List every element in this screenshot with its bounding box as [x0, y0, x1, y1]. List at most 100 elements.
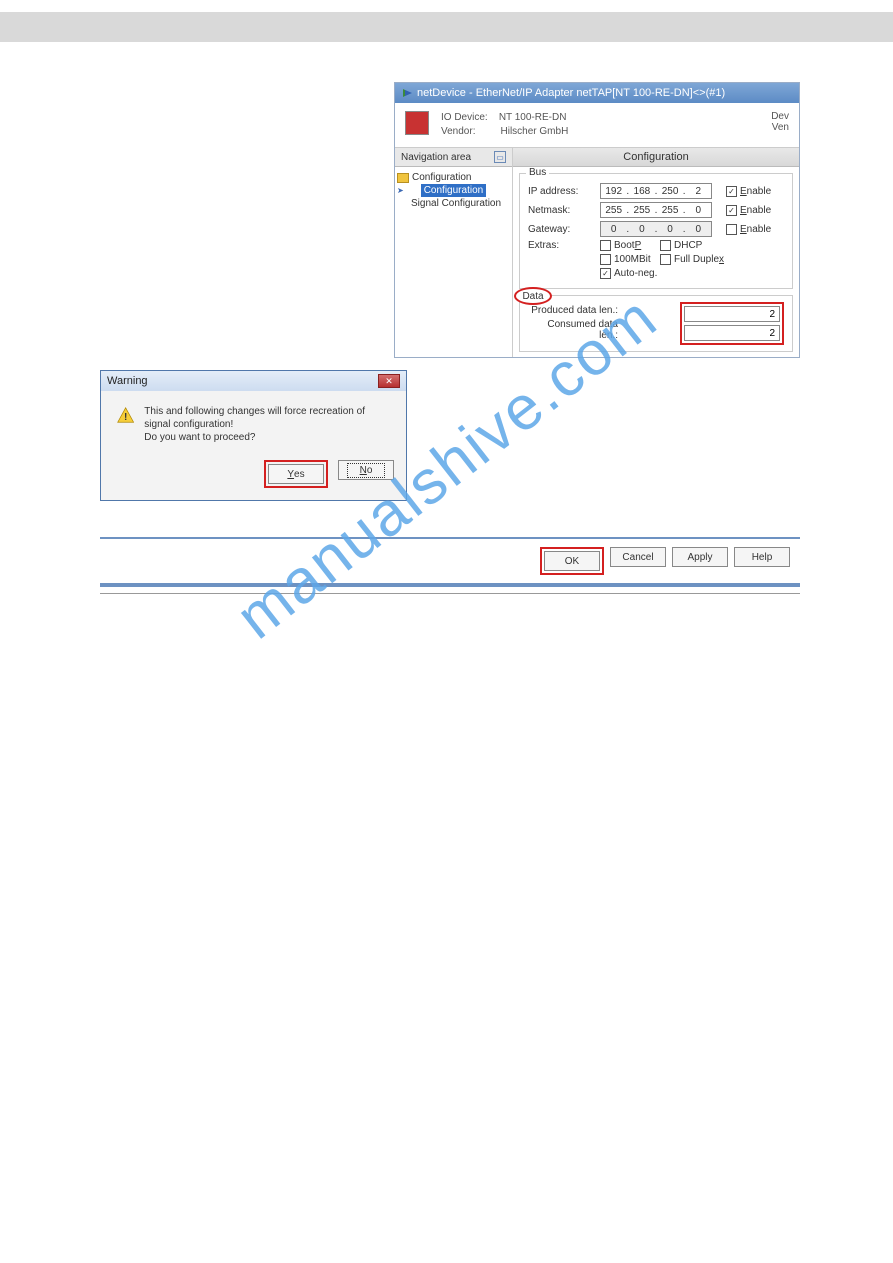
- tree-item-configuration[interactable]: ➤ Configuration: [397, 184, 510, 197]
- data-inputs-highlighted: [680, 302, 784, 345]
- warning-body: ! This and following changes will force …: [101, 391, 406, 454]
- ip-row: IP address: 192. 168. 250. 2 ✓EEnablenab…: [528, 183, 784, 199]
- nm-oct-1: 255: [601, 205, 626, 216]
- data-legend-highlighted: Data: [514, 287, 552, 305]
- arrow-icon: ➤: [397, 186, 404, 195]
- ip-oct-3: 250: [657, 186, 682, 197]
- bus-fieldset: Bus IP address: 192. 168. 250. 2 ✓EEnabl…: [519, 173, 793, 289]
- document-header-bar: [0, 12, 893, 42]
- warning-buttons: Yes No: [101, 454, 406, 500]
- no-button[interactable]: No: [338, 460, 394, 480]
- nm-oct-3: 255: [657, 205, 682, 216]
- cancel-button[interactable]: Cancel: [610, 547, 666, 567]
- tree-selected-label: Configuration: [421, 184, 486, 197]
- device-id-label: Dev: [771, 111, 789, 122]
- nav-tree: Configuration ➤ Configuration Signal Conf…: [395, 167, 512, 214]
- config-window-titlebar[interactable]: netDevice - EtherNet/IP Adapter netTAP[N…: [395, 83, 799, 103]
- warning-message: This and following changes will force re…: [144, 405, 390, 444]
- checkbox-icon: [660, 240, 671, 251]
- produced-row: Produced data len.:: [528, 305, 680, 316]
- figure: netDevice - EtherNet/IP Adapter netTAP[N…: [100, 82, 800, 594]
- dialog-buttons-bar: OK Cancel Apply Help: [100, 537, 800, 587]
- nav-title: Navigation area: [401, 152, 471, 163]
- gateway-input: 0. 0. 0. 0: [600, 221, 712, 237]
- close-button[interactable]: ✕: [378, 374, 400, 388]
- device-icon: [405, 111, 429, 135]
- config-window: netDevice - EtherNet/IP Adapter netTAP[N…: [394, 82, 800, 358]
- extras-row: Extras: BootP DHCP: [528, 240, 784, 251]
- nm-oct-2: 255: [629, 205, 654, 216]
- tree-item-signal-config[interactable]: Signal Configuration: [397, 197, 510, 210]
- bootp-chk[interactable]: BootP: [600, 240, 660, 251]
- warning-line2: Do you want to proceed?: [144, 431, 390, 444]
- config-body: Navigation area ▭ Configuration ➤Configu…: [395, 147, 799, 357]
- vendor-id-label: Ven: [771, 122, 789, 133]
- nm-oct-4: 0: [686, 205, 711, 216]
- consumed-input[interactable]: [684, 325, 780, 341]
- app-icon: [401, 87, 413, 99]
- device-info-right: Dev Ven: [771, 111, 789, 139]
- checkbox-icon: [600, 240, 611, 251]
- gw-oct-2: 0: [629, 224, 654, 235]
- folder-icon: [397, 173, 409, 183]
- gateway-enable-chk[interactable]: Enable: [726, 224, 771, 235]
- collapse-icon[interactable]: ▭: [494, 151, 506, 163]
- dhcp-chk[interactable]: DHCP: [660, 240, 702, 251]
- gateway-label: Gateway:: [528, 224, 600, 235]
- warning-line1: This and following changes will force re…: [144, 405, 390, 431]
- gw-oct-3: 0: [657, 224, 682, 235]
- warning-titlebar[interactable]: Warning ✕: [101, 371, 406, 391]
- warning-title: Warning: [107, 375, 148, 387]
- ip-enable-chk[interactable]: ✓EEnablenable: [726, 186, 771, 197]
- bus-legend: Bus: [526, 167, 549, 178]
- extras-row3: ✓Auto-neg.: [528, 268, 784, 279]
- vendor-label: Vendor:: [441, 126, 475, 137]
- yes-button[interactable]: Yes: [268, 464, 324, 484]
- 100mbit-chk[interactable]: 100MBit: [600, 254, 660, 265]
- svg-text:!: !: [124, 412, 127, 423]
- nav-pane: Navigation area ▭ Configuration ➤Configu…: [395, 148, 513, 357]
- io-device-value: NT 100-RE-DN: [499, 112, 567, 123]
- gateway-row: Gateway: 0. 0. 0. 0 Enable: [528, 221, 784, 237]
- netmask-row: Netmask: 255. 255. 255. 0 ✓Enable: [528, 202, 784, 218]
- produced-input[interactable]: [684, 306, 780, 322]
- data-fieldset: Data Produced data len.: Consumed data l…: [519, 295, 793, 352]
- content-title: Configuration: [513, 148, 799, 167]
- netmask-label: Netmask:: [528, 205, 600, 216]
- tree-root-label: Configuration: [412, 172, 471, 183]
- netmask-input[interactable]: 255. 255. 255. 0: [600, 202, 712, 218]
- ip-oct-1: 192: [601, 186, 626, 197]
- ip-oct-2: 168: [629, 186, 654, 197]
- fullduplex-chk[interactable]: Full Duplex: [660, 254, 724, 265]
- yes-highlighted: Yes: [264, 460, 328, 488]
- io-device-label: IO Device:: [441, 112, 488, 123]
- warning-icon: !: [117, 405, 134, 425]
- checkbox-icon: [600, 254, 611, 265]
- config-header: IO Device: NT 100-RE-DN Vendor: Hilscher…: [395, 103, 799, 147]
- nav-header: Navigation area ▭: [395, 148, 512, 167]
- vendor-value: Hilscher GmbH: [501, 126, 569, 137]
- gw-oct-1: 0: [601, 224, 626, 235]
- checkbox-icon: ✓: [726, 205, 737, 216]
- page: netDevice - EtherNet/IP Adapter netTAP[N…: [0, 12, 893, 594]
- help-button[interactable]: Help: [734, 547, 790, 567]
- ip-label: IP address:: [528, 186, 600, 197]
- content-pane: Configuration Bus IP address: 192. 168. …: [513, 148, 799, 357]
- produced-label: Produced data len.:: [528, 305, 624, 316]
- extras-row2: 100MBit Full Duplex: [528, 254, 784, 265]
- checkbox-icon: ✓: [600, 268, 611, 279]
- dhcp-label: DHCP: [674, 240, 702, 251]
- ip-input[interactable]: 192. 168. 250. 2: [600, 183, 712, 199]
- checkbox-icon: ✓: [726, 186, 737, 197]
- tree-root[interactable]: Configuration: [397, 171, 510, 184]
- ok-button[interactable]: OK: [544, 551, 600, 571]
- apply-button[interactable]: Apply: [672, 547, 728, 567]
- warning-dialog: Warning ✕ ! This and following changes w…: [100, 370, 407, 501]
- checkbox-icon: [726, 224, 737, 235]
- autoneg-label: Auto-neg.: [614, 268, 657, 279]
- netmask-enable-chk[interactable]: ✓Enable: [726, 205, 771, 216]
- gw-oct-4: 0: [686, 224, 711, 235]
- device-info: IO Device: NT 100-RE-DN Vendor: Hilscher…: [441, 111, 771, 139]
- autoneg-chk[interactable]: ✓Auto-neg.: [600, 268, 660, 279]
- config-window-title: netDevice - EtherNet/IP Adapter netTAP[N…: [417, 87, 725, 99]
